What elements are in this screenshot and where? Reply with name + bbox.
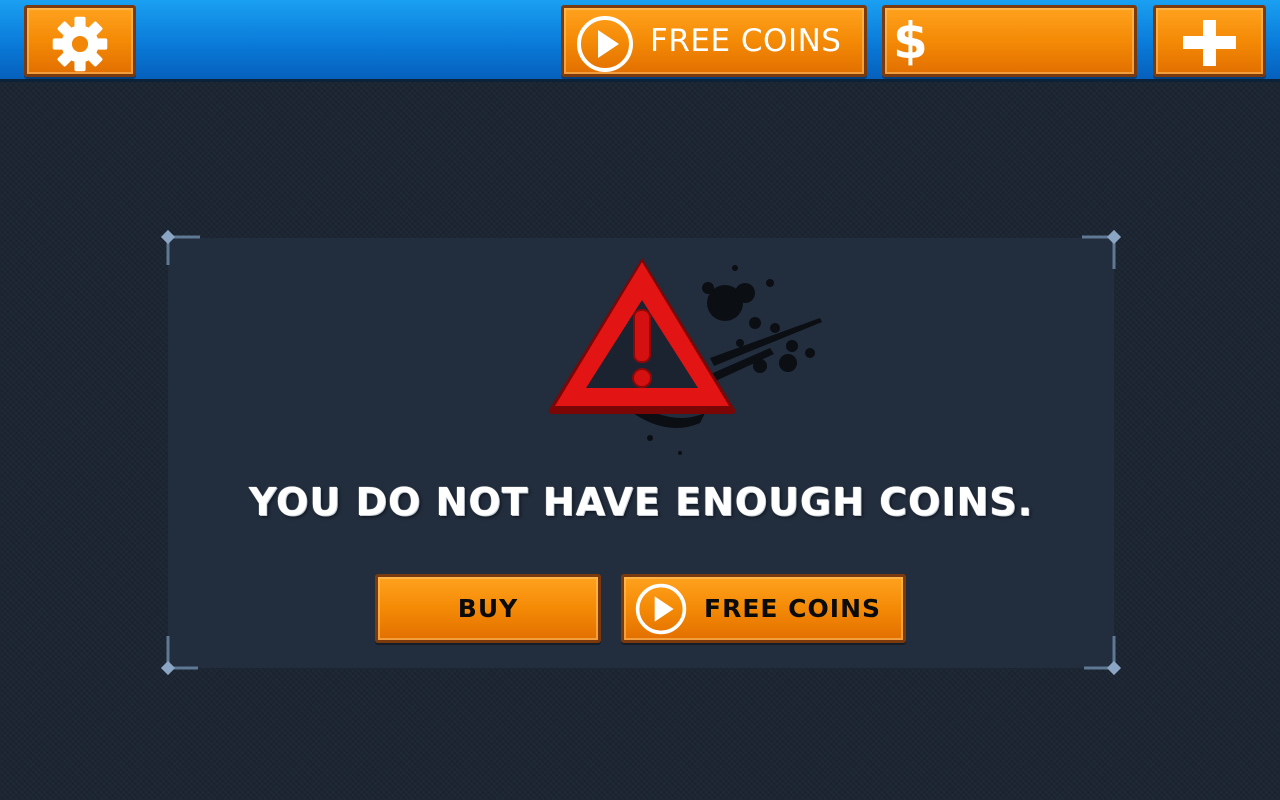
free-coins-button[interactable]: Free Coins [621, 574, 906, 643]
plus-icon [1183, 20, 1236, 66]
corner-bracket-top-right [1082, 229, 1122, 269]
corner-bracket-bottom-left [160, 636, 198, 676]
free-coins-button-label: Free Coins [704, 594, 882, 623]
not-enough-coins-message: You do not have enough coins. [248, 480, 1034, 524]
free-coins-top-button[interactable]: FREE COINS [561, 5, 867, 77]
settings-button[interactable] [24, 5, 136, 77]
buy-button-label: Buy [457, 594, 519, 623]
dollar-icon: $ [893, 12, 928, 70]
play-circle-icon [577, 16, 633, 72]
corner-bracket-top-left [160, 229, 200, 265]
coin-balance-button[interactable]: $ [882, 5, 1137, 77]
free-coins-top-label: FREE COINS [650, 23, 842, 59]
add-coins-button[interactable] [1153, 5, 1266, 77]
buy-button[interactable]: Buy [375, 574, 601, 643]
warning-triangle-icon [548, 258, 822, 455]
corner-bracket-bottom-right [1084, 636, 1122, 676]
play-circle-icon [635, 583, 687, 635]
gear-icon [52, 16, 108, 72]
top-bar: FREE COINS $ [0, 0, 1280, 82]
